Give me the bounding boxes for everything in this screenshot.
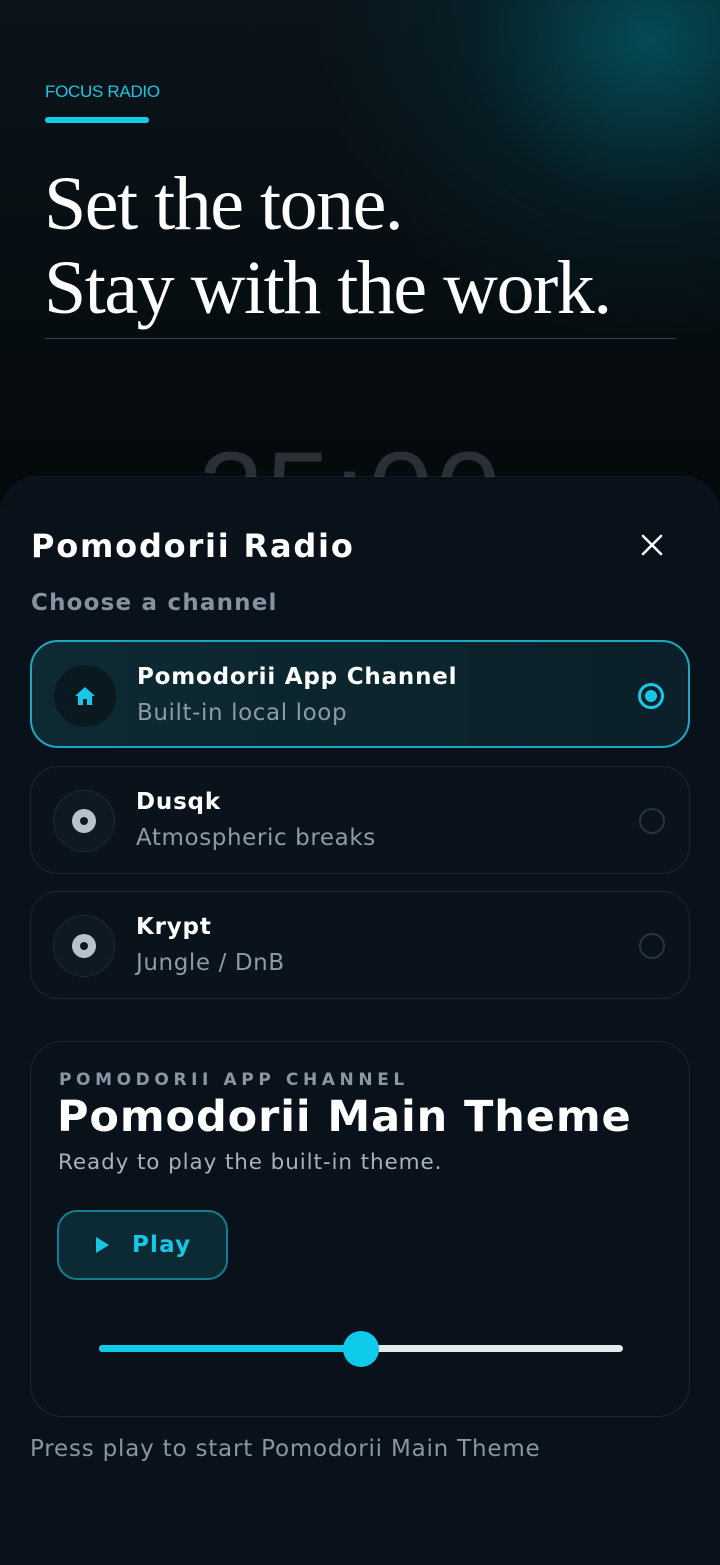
channel-icon-badge bbox=[53, 790, 115, 852]
channel-radio[interactable] bbox=[639, 808, 665, 834]
slider-thumb[interactable] bbox=[343, 1331, 379, 1367]
channel-description: Built-in local loop bbox=[137, 700, 348, 726]
disc-icon bbox=[72, 934, 96, 958]
disc-icon bbox=[72, 809, 96, 833]
close-icon bbox=[641, 534, 663, 556]
channel-name: Krypt bbox=[136, 914, 212, 940]
footer-hint: Press play to start Pomodorii Main Theme bbox=[30, 1436, 541, 1462]
close-button[interactable] bbox=[632, 525, 672, 565]
divider bbox=[45, 338, 676, 339]
channel-option-pomodorii[interactable]: Pomodorii App Channel Built-in local loo… bbox=[30, 640, 690, 748]
channel-option-dusqk[interactable]: Dusqk Atmospheric breaks bbox=[30, 766, 690, 874]
play-icon bbox=[96, 1237, 109, 1253]
channel-section-label: Choose a channel bbox=[31, 590, 278, 616]
play-button[interactable]: Play bbox=[57, 1210, 228, 1280]
sheet-title: Pomodorii Radio bbox=[31, 527, 355, 565]
track-title: Pomodorii Main Theme bbox=[57, 1092, 632, 1142]
player-card: POMODORII APP CHANNEL Pomodorii Main The… bbox=[30, 1041, 690, 1417]
home-icon bbox=[75, 687, 95, 705]
channel-option-krypt[interactable]: Krypt Jungle / DnB bbox=[30, 891, 690, 999]
section-eyebrow: FOCUS RADIO bbox=[45, 82, 160, 101]
channel-radio[interactable] bbox=[639, 933, 665, 959]
slider-fill bbox=[99, 1345, 361, 1352]
channel-description: Jungle / DnB bbox=[136, 950, 285, 976]
volume-slider[interactable] bbox=[99, 1331, 623, 1367]
channel-name: Dusqk bbox=[136, 789, 221, 815]
headline-line-2: Stay with the work. bbox=[44, 246, 612, 330]
channel-icon-badge bbox=[53, 915, 115, 977]
channel-icon-badge bbox=[54, 665, 116, 727]
player-channel-label: POMODORII APP CHANNEL bbox=[59, 1070, 409, 1090]
channel-radio-selected[interactable] bbox=[638, 683, 664, 709]
player-status: Ready to play the built-in theme. bbox=[58, 1150, 443, 1175]
headline-line-1: Set the tone. bbox=[44, 162, 404, 246]
play-button-label: Play bbox=[132, 1232, 192, 1258]
channel-description: Atmospheric breaks bbox=[136, 825, 376, 851]
hero-headline: Set the tone. Stay with the work. bbox=[44, 162, 704, 330]
eyebrow-underline bbox=[45, 117, 149, 123]
channel-name: Pomodorii App Channel bbox=[137, 664, 458, 690]
